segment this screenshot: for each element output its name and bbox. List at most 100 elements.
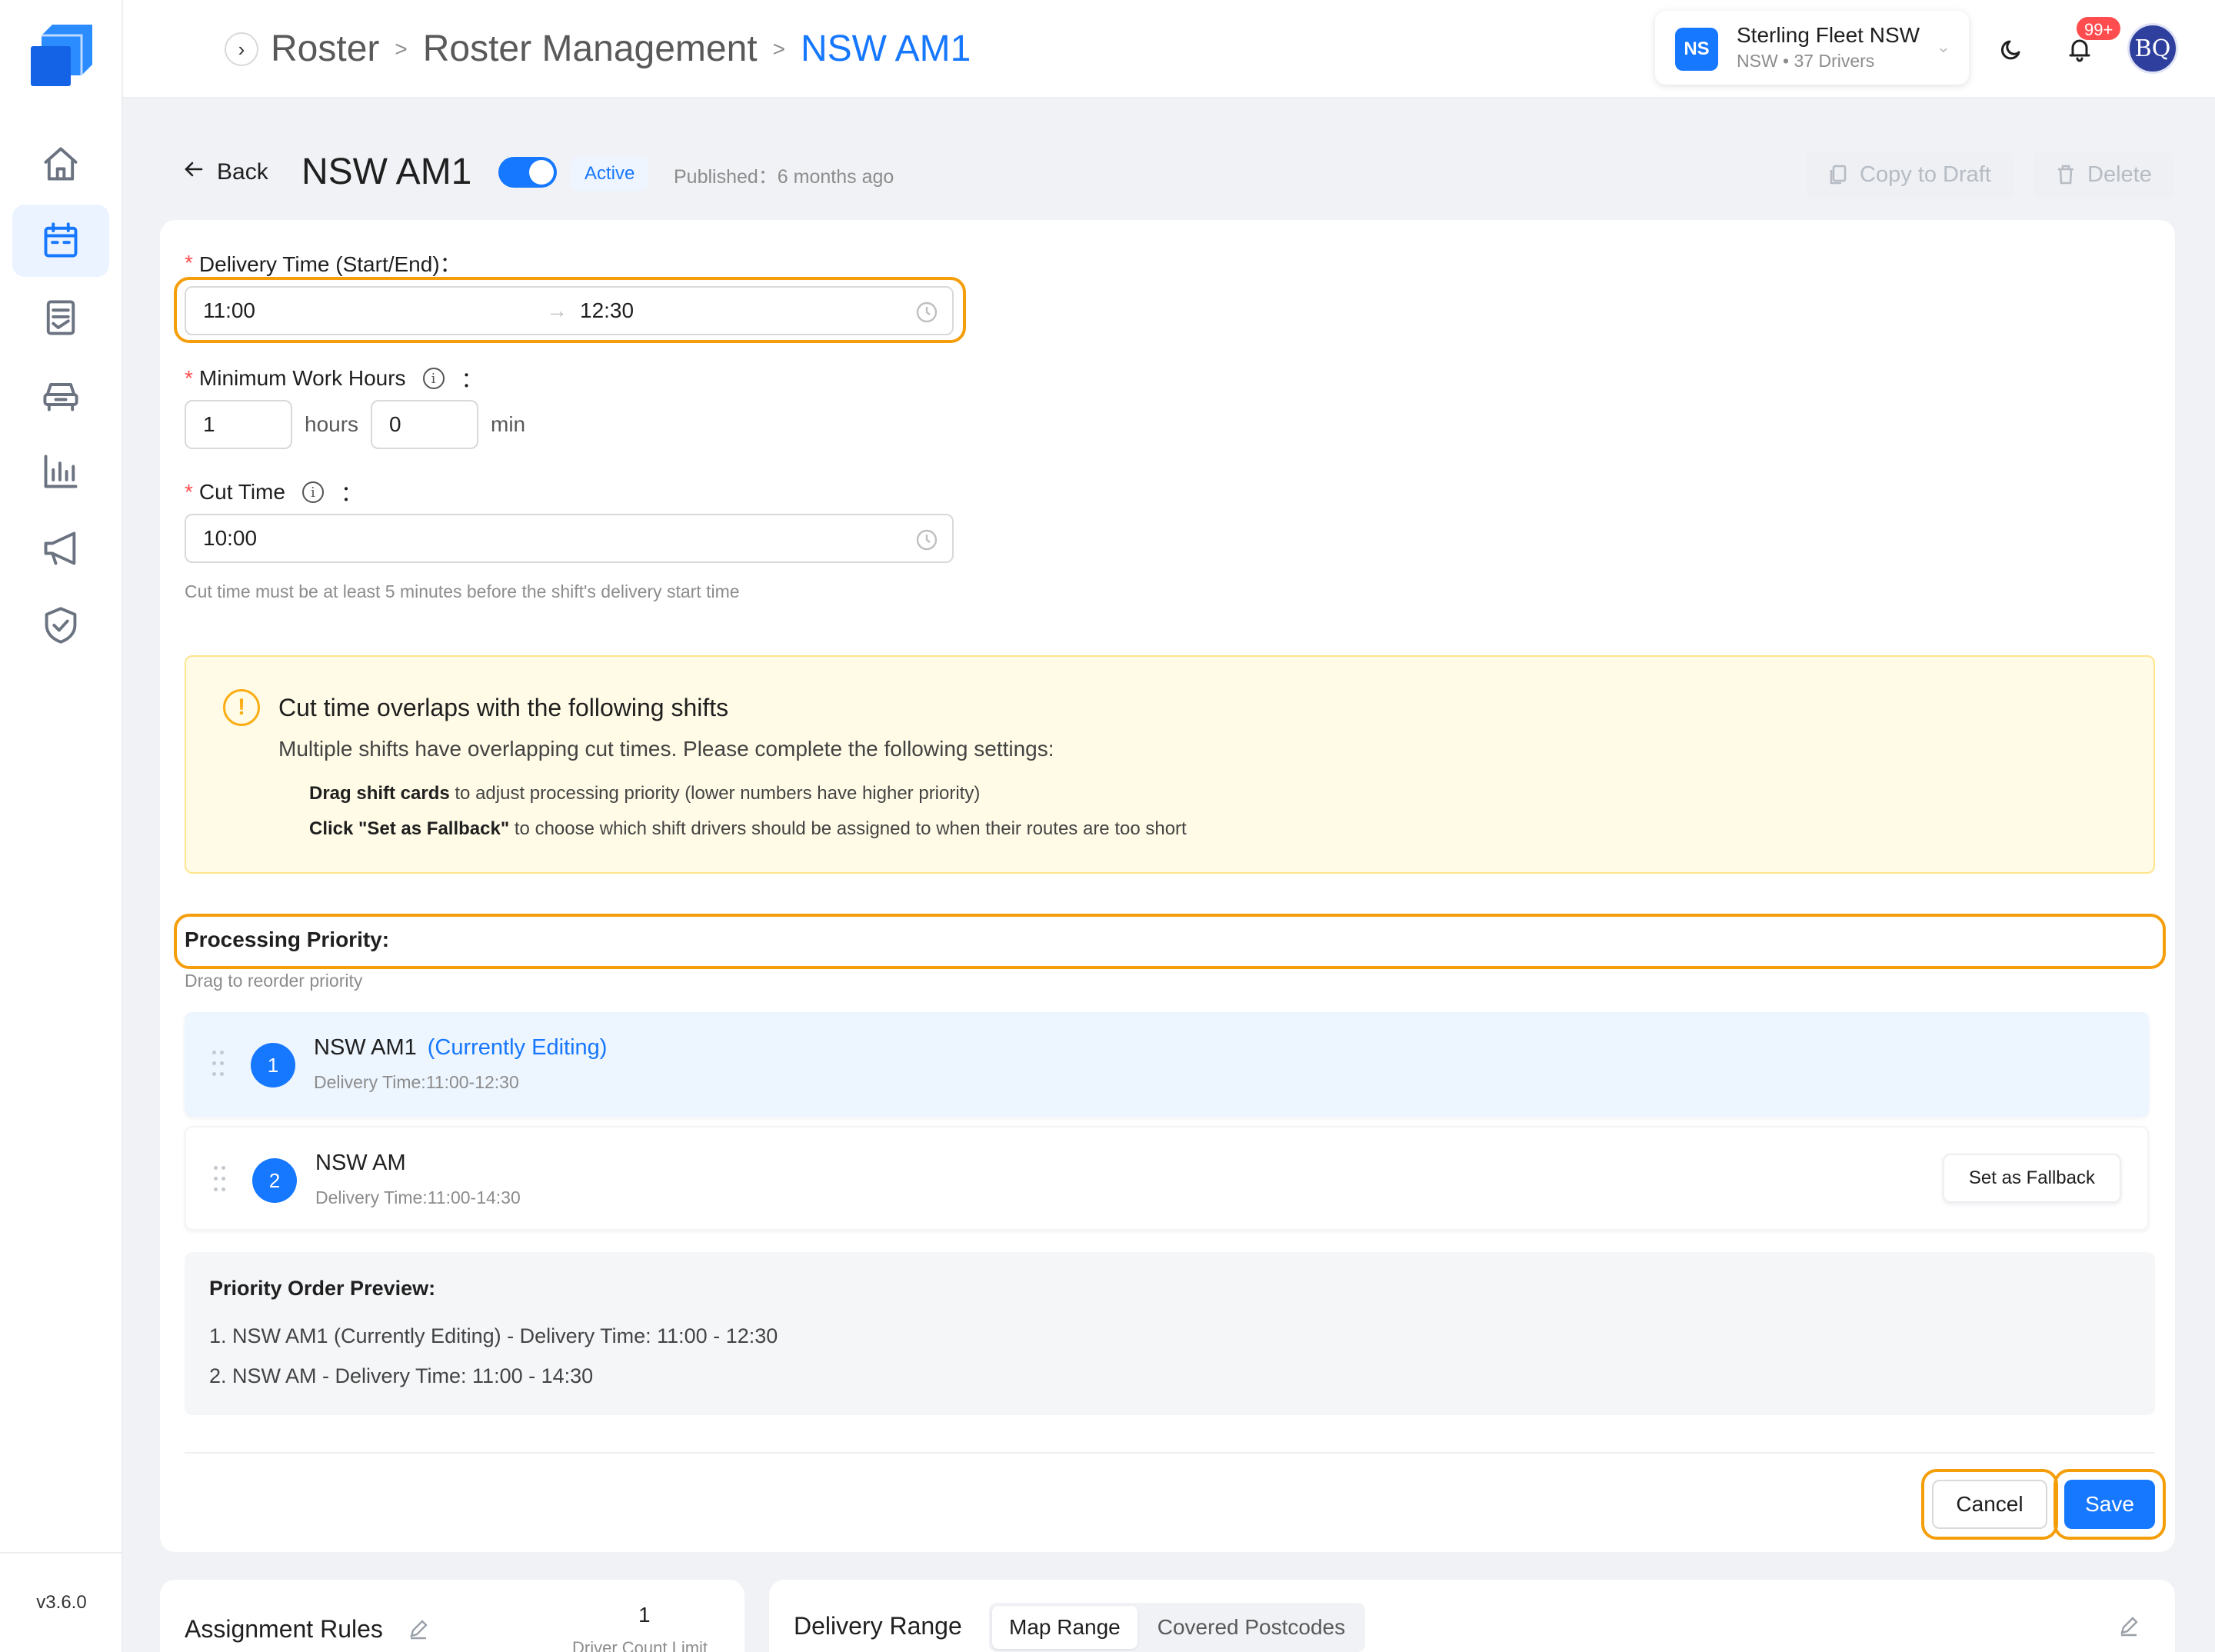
back-button[interactable]: Back xyxy=(183,158,268,186)
shield-check-icon xyxy=(45,607,77,644)
warning-item-fallback: Click "Set as Fallback" to choose which … xyxy=(309,818,1187,839)
page-title: NSW AM1 xyxy=(301,152,472,192)
tab-covered-postcodes[interactable]: Covered Postcodes xyxy=(1141,1606,1362,1649)
delivery-range-tabs: Map Range Covered Postcodes xyxy=(989,1603,1366,1652)
min-minutes-input[interactable]: 0 xyxy=(371,400,478,449)
fleet-subtitle: NSW • 37 Drivers xyxy=(1737,51,1875,71)
form-divider xyxy=(185,1452,2155,1454)
sidebar-divider xyxy=(0,1552,123,1554)
processing-priority-title: Processing Priority: xyxy=(185,928,390,951)
processing-priority-hint: Drag to reorder priority xyxy=(185,971,363,991)
user-avatar[interactable]: BQ xyxy=(2127,23,2178,74)
moon-icon[interactable] xyxy=(1990,28,2033,71)
shift-name: NSW AM1 (Currently Editing) xyxy=(314,1035,608,1060)
warning-icon: ! xyxy=(223,689,260,726)
set-as-fallback-button[interactable]: Set as Fallback xyxy=(1942,1154,2121,1203)
nav-announcements[interactable] xyxy=(12,512,109,585)
info-icon[interactable]: i xyxy=(422,368,445,389)
sidebar: v3.6.0 xyxy=(0,0,123,1652)
preview-item: 2. NSW AM - Delivery Time: 11:00 - 14:30 xyxy=(209,1364,594,1387)
clock-icon xyxy=(915,301,938,324)
home-icon xyxy=(44,147,78,181)
trash-icon xyxy=(2058,165,2073,185)
clock-icon xyxy=(915,528,938,551)
fleet-name: Sterling Fleet NSW xyxy=(1737,23,1920,47)
breadcrumb-separator: > xyxy=(772,36,785,61)
min-hours-input[interactable]: 1 xyxy=(185,400,292,449)
active-toggle[interactable] xyxy=(498,157,557,188)
back-label: Back xyxy=(217,159,268,185)
edit-icon[interactable] xyxy=(408,1618,429,1640)
shift-delivery-time: Delivery Time:11:00-12:30 xyxy=(314,1072,519,1092)
drag-handle-icon[interactable] xyxy=(212,1051,228,1077)
document-icon xyxy=(46,300,75,335)
breadcrumb-separator: > xyxy=(395,36,408,61)
warning-item-drag: Drag shift cards to adjust processing pr… xyxy=(309,783,981,804)
highlight-processing-priority xyxy=(174,914,2166,969)
shift-name: NSW AM xyxy=(315,1151,406,1175)
delivery-range-card xyxy=(769,1580,2175,1652)
app-logo[interactable] xyxy=(28,22,95,89)
hours-unit: hours xyxy=(305,412,359,436)
nav-vehicles[interactable] xyxy=(12,358,109,431)
shift-card[interactable]: 2 NSW AM Delivery Time:11:00-14:30 Set a… xyxy=(185,1126,2149,1231)
delete-button[interactable]: Delete xyxy=(2033,151,2173,198)
car-icon xyxy=(43,383,78,411)
bar-chart-icon xyxy=(44,455,78,488)
delivery-start-value: 11:00 xyxy=(203,298,255,322)
copy-to-draft-button[interactable]: Copy to Draft xyxy=(1806,151,2013,198)
drag-handle-icon[interactable] xyxy=(214,1166,229,1192)
status-badge: Active xyxy=(571,157,649,191)
priority-number: 2 xyxy=(252,1158,297,1203)
overlap-warning-alert: ! Cut time overlaps with the following s… xyxy=(185,655,2155,874)
shift-card[interactable]: 1 NSW AM1 (Currently Editing) Delivery Ti… xyxy=(185,1012,2149,1117)
cut-time-picker[interactable]: 10:00 xyxy=(185,514,954,563)
delete-label: Delete xyxy=(2087,162,2152,187)
nav-security[interactable] xyxy=(12,589,109,661)
minutes-unit: min xyxy=(491,412,526,436)
chevron-right-icon[interactable]: › xyxy=(225,32,258,66)
priority-number: 1 xyxy=(251,1043,295,1087)
delivery-time-label: * Delivery Time (Start/End)： xyxy=(185,251,461,276)
preview-item: 1. NSW AM1 (Currently Editing) - Deliver… xyxy=(209,1324,778,1347)
calendar-icon xyxy=(44,222,78,258)
fleet-switcher[interactable]: NS Sterling Fleet NSW NSW • 37 Drivers ⌄ xyxy=(1655,11,1969,85)
arrow-left-icon xyxy=(183,158,205,186)
info-icon[interactable]: i xyxy=(301,481,324,503)
currently-editing-tag: (Currently Editing) xyxy=(427,1035,608,1060)
warning-description: Multiple shifts have overlapping cut tim… xyxy=(278,737,1054,761)
nav-roster[interactable] xyxy=(12,205,109,277)
breadcrumb-roster[interactable]: Roster xyxy=(271,28,379,70)
edit-icon[interactable] xyxy=(2118,1615,2140,1637)
driver-count-value: 1 xyxy=(638,1603,651,1627)
warning-title: Cut time overlaps with the following shi… xyxy=(278,694,729,721)
save-button[interactable]: Save xyxy=(2064,1480,2155,1529)
nav-orders[interactable] xyxy=(12,281,109,354)
copy-to-draft-label: Copy to Draft xyxy=(1860,162,1991,187)
copy-icon xyxy=(1830,165,1847,185)
cut-time-label: * Cut Time i： xyxy=(185,480,362,505)
delivery-end-value: 12:30 xyxy=(580,298,635,322)
cut-time-hint: Cut time must be at least 5 minutes befo… xyxy=(185,581,740,601)
breadcrumb: Roster > Roster Management > NSW AM1 xyxy=(271,28,971,70)
chevron-down-icon: ⌄ xyxy=(1936,37,1950,56)
megaphone-icon xyxy=(44,531,76,565)
cancel-button[interactable]: Cancel xyxy=(1932,1480,2047,1529)
app-version: v3.6.0 xyxy=(36,1592,87,1613)
breadcrumb-current: NSW AM1 xyxy=(800,28,971,69)
delivery-range-title: Delivery Range xyxy=(794,1612,962,1640)
priority-order-preview: Priority Order Preview: 1. NSW AM1 (Curr… xyxy=(185,1252,2155,1415)
delivery-time-range-picker[interactable]: 11:00 → 12:30 xyxy=(185,286,954,335)
assignment-rules-title: Assignment Rules xyxy=(185,1615,383,1643)
shift-delivery-time: Delivery Time:11:00-14:30 xyxy=(315,1187,521,1207)
preview-title: Priority Order Preview: xyxy=(209,1277,436,1300)
min-work-hours-label: * Minimum Work Hours i： xyxy=(185,366,483,391)
driver-count-label: Driver Count Limit xyxy=(572,1638,708,1652)
published-time: Published：6 months ago xyxy=(674,166,894,188)
cut-time-value: 10:00 xyxy=(203,526,258,550)
nav-home[interactable] xyxy=(12,128,109,200)
arrow-right-icon: → xyxy=(546,298,568,322)
nav-reports[interactable] xyxy=(12,435,109,508)
tab-map-range[interactable]: Map Range xyxy=(992,1606,1137,1649)
breadcrumb-roster-management[interactable]: Roster Management xyxy=(423,28,758,70)
